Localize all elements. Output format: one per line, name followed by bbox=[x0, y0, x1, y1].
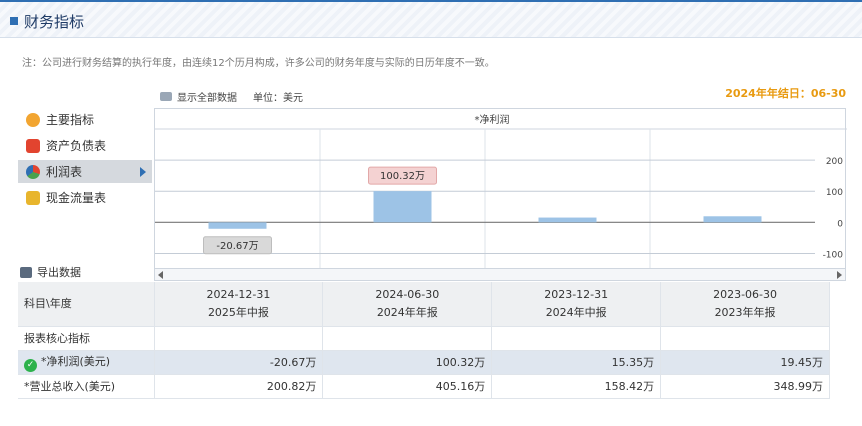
data-label: -20.67万 bbox=[216, 241, 258, 252]
table-row[interactable]: ✓ *净利润(美元) -20.67万 100.32万 15.35万 19.45万 bbox=[18, 350, 830, 375]
active-arrow-icon bbox=[140, 167, 146, 177]
unit-label: 单位：美元 bbox=[253, 93, 303, 104]
coins-icon bbox=[26, 190, 40, 205]
column-header: 2024-06-30 2024年年报 bbox=[322, 282, 493, 327]
y-tick-label: 0 bbox=[837, 219, 843, 229]
horizontal-scrollbar[interactable] bbox=[154, 268, 846, 281]
header-bar: 财务指标 bbox=[0, 0, 862, 38]
fiscal-year-end: 2024年年结日：06-30 bbox=[725, 87, 846, 100]
nav-item-cash-flow[interactable]: 现金流量表 bbox=[18, 186, 152, 209]
column-header: 2023-12-31 2024年中报 bbox=[491, 282, 662, 327]
table-cell: 15.35万 bbox=[491, 350, 662, 375]
show-all-data-toggle[interactable]: 显示全部数据 bbox=[160, 89, 237, 104]
section-row: 报表核心指标 bbox=[18, 326, 830, 351]
chart-svg: *净利润 -100 0 100 200 -20.67万 100.32万 bbox=[155, 113, 847, 269]
show-all-label: 显示全部数据 bbox=[177, 93, 237, 104]
table-corner: 科目\年度 bbox=[18, 282, 155, 327]
nav-item-income-statement[interactable]: 利润表 bbox=[18, 160, 152, 183]
y-tick-label: 100 bbox=[826, 188, 843, 198]
table-cell: 19.45万 bbox=[660, 350, 830, 375]
chart-bar bbox=[703, 216, 762, 223]
nav-item-balance-sheet[interactable]: 资产负债表 bbox=[18, 134, 152, 157]
title-marker-icon bbox=[10, 17, 18, 25]
column-header: 2024-12-31 2025年中报 bbox=[154, 282, 324, 327]
toggle-box-icon bbox=[160, 92, 172, 101]
row-label: *营业总收入(美元) bbox=[18, 374, 155, 399]
chart-bar bbox=[208, 222, 267, 229]
chart-bar bbox=[538, 217, 597, 223]
nav-item-label: 现金流量表 bbox=[46, 191, 107, 205]
chart-toolbar: 显示全部数据 单位：美元 bbox=[160, 89, 303, 104]
section-label: 报表核心指标 bbox=[18, 326, 155, 351]
gear-icon bbox=[26, 112, 40, 127]
nav-item-label: 主要指标 bbox=[46, 113, 95, 127]
data-label: 100.32万 bbox=[380, 171, 425, 182]
chart-bar bbox=[373, 191, 432, 223]
pie-chart-icon bbox=[26, 164, 40, 179]
table-cell: 405.16万 bbox=[322, 374, 493, 399]
check-icon: ✓ bbox=[24, 358, 37, 372]
y-tick-label: 200 bbox=[826, 157, 843, 167]
document-icon bbox=[26, 138, 40, 153]
table-cell: 158.42万 bbox=[491, 374, 662, 399]
table-cell: 348.99万 bbox=[660, 374, 830, 399]
export-label: 导出数据 bbox=[37, 266, 81, 279]
nav-item-label: 资产负债表 bbox=[46, 139, 107, 153]
financial-table: 科目\年度 2024-12-31 2025年中报 2024-06-30 2024年年… bbox=[18, 282, 830, 399]
column-header: 2023-06-30 2023年年报 bbox=[660, 282, 830, 327]
table-row[interactable]: *营业总收入(美元) 200.82万 405.16万 158.42万 348.9… bbox=[18, 374, 830, 399]
page-title: 财务指标 bbox=[24, 13, 85, 31]
nav-item-main-indicators[interactable]: 主要指标 bbox=[18, 108, 152, 131]
table-header-row: 科目\年度 2024-12-31 2025年中报 2024-06-30 2024年年… bbox=[18, 282, 830, 327]
table-cell: 200.82万 bbox=[154, 374, 324, 399]
table-cell: -20.67万 bbox=[154, 350, 324, 375]
fiscal-note: 注：公司进行财务结算的执行年度，由连续12个历月构成，许多公司的财务年度与实际的… bbox=[22, 58, 495, 69]
y-tick-label: -100 bbox=[823, 250, 844, 260]
nav-item-label: 利润表 bbox=[46, 165, 83, 179]
row-label: ✓ *净利润(美元) bbox=[18, 350, 155, 375]
statement-nav: 主要指标 资产负债表 利润表 现金流量表 bbox=[18, 108, 152, 212]
table-cell: 100.32万 bbox=[322, 350, 493, 375]
scroll-right-icon[interactable] bbox=[837, 271, 842, 279]
export-icon bbox=[20, 266, 32, 278]
export-data-button[interactable]: 导出数据 bbox=[20, 264, 81, 280]
scroll-left-icon[interactable] bbox=[158, 271, 163, 279]
net-profit-chart: *净利润 -100 0 100 200 -20.67万 100.32万 bbox=[154, 108, 847, 269]
chart-title: *净利润 bbox=[475, 113, 510, 126]
